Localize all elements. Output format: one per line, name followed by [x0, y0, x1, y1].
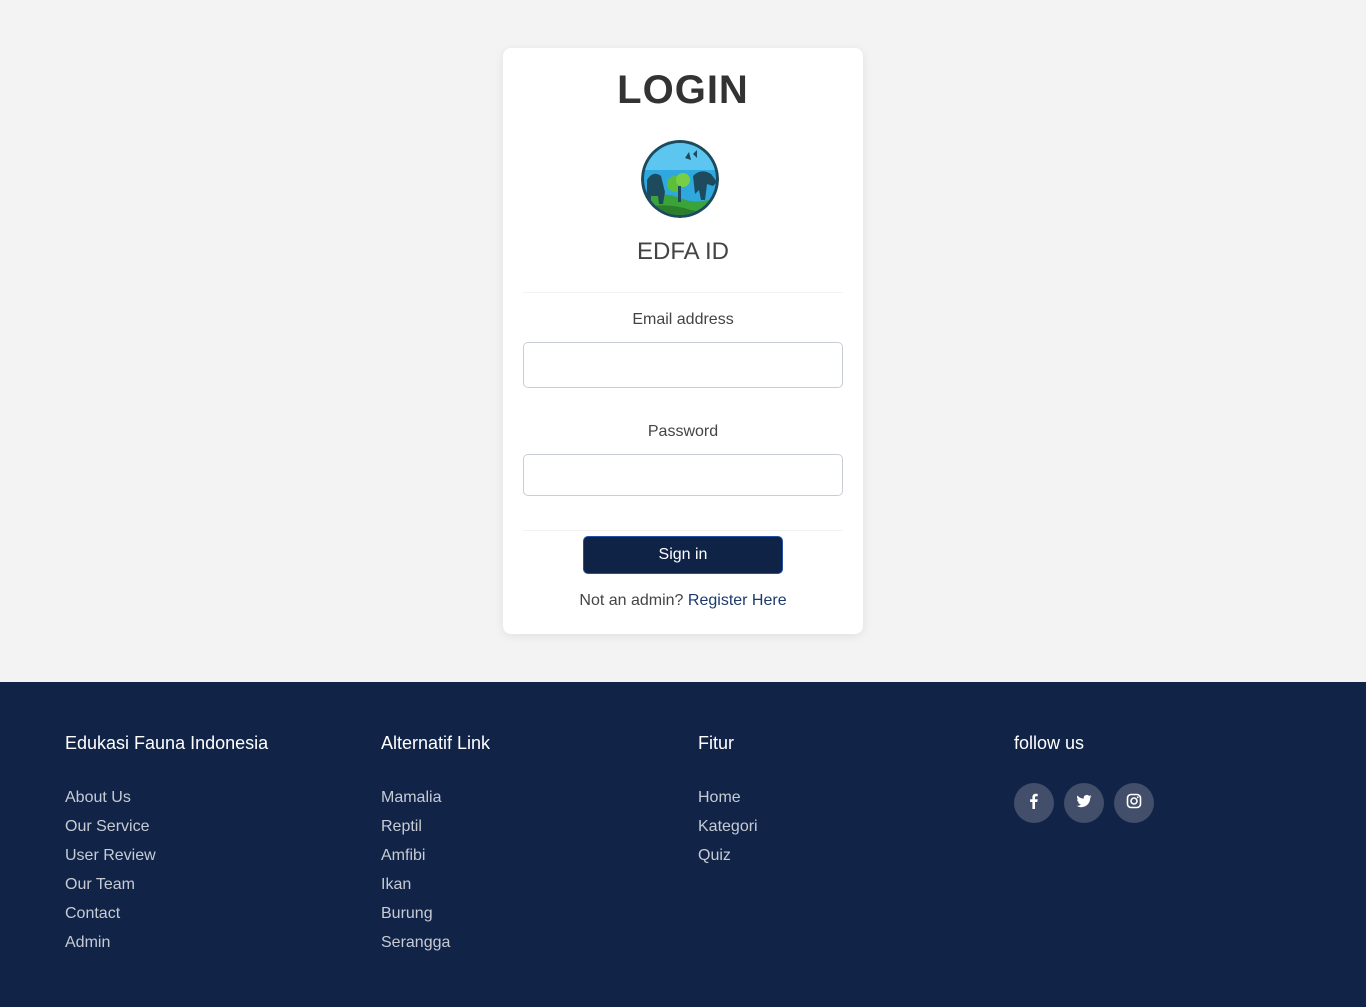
register-link[interactable]: Register Here: [688, 592, 787, 609]
footer-heading: follow us: [1014, 733, 1085, 753]
footer-heading: Alternatif Link: [381, 733, 491, 753]
footer-link-home[interactable]: Home: [698, 783, 758, 812]
footer-link-contact[interactable]: Contact: [65, 899, 268, 928]
email-label: Email address: [632, 311, 734, 328]
facebook-button[interactable]: [1014, 783, 1054, 823]
facebook-icon: [1026, 793, 1042, 814]
login-card: LOGIN EDFA ID Email address Password Sig…: [503, 48, 863, 634]
footer-link-user-review[interactable]: User Review: [65, 841, 268, 870]
password-label: Password: [647, 423, 719, 440]
sign-in-button[interactable]: Sign in: [583, 536, 783, 574]
footer-link-about-us[interactable]: About Us: [65, 783, 268, 812]
footer-link-our-team[interactable]: Our Team: [65, 870, 268, 899]
footer-link-admin[interactable]: Admin: [65, 928, 268, 957]
footer-link-amfibi[interactable]: Amfibi: [381, 841, 490, 870]
footer-link-reptil[interactable]: Reptil: [381, 812, 490, 841]
footer-column-about: Edukasi Fauna Indonesia About Us Our Ser…: [65, 733, 268, 957]
instagram-icon: [1126, 793, 1142, 814]
footer-link-ikan[interactable]: Ikan: [381, 870, 490, 899]
edfa-logo: [641, 140, 719, 218]
twitter-button[interactable]: [1064, 783, 1104, 823]
password-field[interactable]: [523, 454, 843, 496]
register-line: Not an admin? Register Here: [503, 592, 863, 610]
footer-link-kategori[interactable]: Kategori: [698, 812, 758, 841]
footer-heading: Fitur: [698, 733, 734, 753]
footer-link-burung[interactable]: Burung: [381, 899, 490, 928]
footer-link-mamalia[interactable]: Mamalia: [381, 783, 490, 812]
footer-column-fitur: Fitur Home Kategori Quiz: [698, 733, 758, 870]
divider: [523, 530, 843, 531]
footer-link-quiz[interactable]: Quiz: [698, 841, 758, 870]
twitter-icon: [1076, 793, 1092, 814]
social-links: [1014, 783, 1154, 823]
brand-name: EDFA ID: [636, 238, 730, 265]
footer-link-serangga[interactable]: Serangga: [381, 928, 490, 957]
email-field[interactable]: [523, 342, 843, 388]
register-prompt: Not an admin?: [579, 592, 684, 609]
footer-column-alternatif: Alternatif Link Mamalia Reptil Amfibi Ik…: [381, 733, 490, 957]
footer-column-follow: follow us: [1014, 733, 1154, 823]
login-title: LOGIN: [617, 68, 749, 112]
instagram-button[interactable]: [1114, 783, 1154, 823]
footer: Edukasi Fauna Indonesia About Us Our Ser…: [0, 682, 1366, 1007]
divider: [523, 292, 843, 293]
footer-heading: Edukasi Fauna Indonesia: [65, 733, 269, 753]
footer-link-our-service[interactable]: Our Service: [65, 812, 268, 841]
